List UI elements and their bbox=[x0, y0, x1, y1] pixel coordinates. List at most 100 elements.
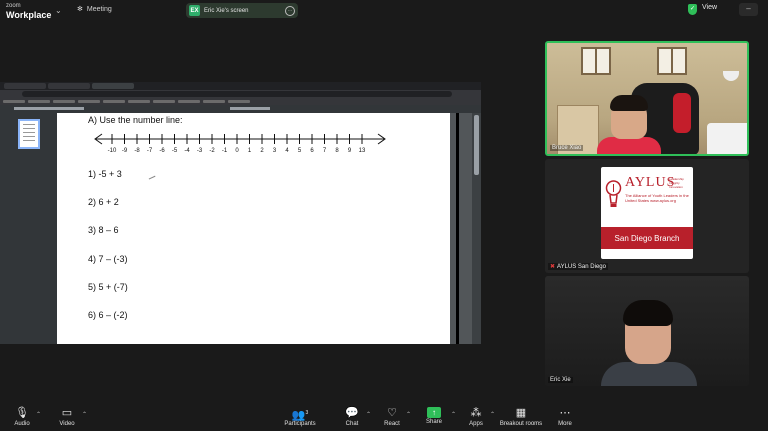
number-line-tick-label: 2 bbox=[260, 148, 264, 154]
share-button[interactable]: ↑ Share bbox=[412, 406, 456, 425]
browser-address-bar bbox=[0, 90, 481, 98]
participants-count: 3 bbox=[305, 410, 309, 416]
pdf-toolbar bbox=[0, 105, 481, 113]
participants-icon: 👥3 bbox=[291, 409, 309, 422]
video-label: Video bbox=[59, 421, 75, 427]
browser-tabs bbox=[0, 82, 481, 90]
number-line-tick-label: -5 bbox=[172, 148, 178, 154]
worksheet-page: A) Use the number line: -10 -9 -8 -7 -6 -5 -4-… bbox=[57, 113, 450, 344]
video-options-chevron-icon[interactable]: ⌃ bbox=[82, 411, 87, 418]
number-line-tick-label: 1 bbox=[248, 148, 252, 154]
share-screen-icon: ↑ bbox=[427, 407, 441, 418]
question-heading: A) Use the number line: bbox=[88, 115, 183, 125]
browser-tab[interactable] bbox=[4, 83, 46, 89]
number-line-tick-label: 13 bbox=[359, 148, 366, 154]
number-line-tick-label: -1 bbox=[222, 148, 228, 154]
number-line-tick-label: -2 bbox=[209, 148, 215, 154]
meeting-label: Meeting bbox=[86, 5, 112, 13]
chevron-down-icon[interactable]: ⌄ bbox=[55, 6, 62, 15]
problem-item: 3) 8 – 6 bbox=[88, 225, 119, 235]
heart-icon: ♡ bbox=[387, 407, 397, 419]
number-line-tick-label: 9 bbox=[348, 148, 352, 154]
more-button[interactable]: ⋯ More bbox=[543, 406, 587, 427]
more-label: More bbox=[558, 421, 572, 427]
shared-screen: A) Use the number line: -10 -9 -8 -7 -6 -5 -4-… bbox=[0, 82, 481, 344]
minimize-icon[interactable]: – bbox=[739, 3, 758, 16]
pdf-scrollbar[interactable] bbox=[472, 113, 481, 344]
browser-tab[interactable] bbox=[92, 83, 134, 89]
bookmarks-bar bbox=[0, 98, 481, 105]
participant-name: Eric Xie bbox=[548, 377, 573, 383]
participant-tile[interactable]: Eric Xie bbox=[545, 276, 749, 386]
camera-off-icon: ▭ bbox=[61, 407, 73, 419]
more-options-icon[interactable]: ⋯ bbox=[285, 5, 295, 16]
number-line-tick-label: -10 bbox=[108, 148, 117, 154]
participant-face bbox=[623, 300, 673, 364]
breakout-grid-icon: ▦ bbox=[515, 407, 527, 419]
number-line-tick-label: 3 bbox=[273, 148, 277, 154]
chat-icon: 💬 bbox=[345, 407, 359, 419]
url-field[interactable] bbox=[22, 91, 452, 97]
zoom-logo: zoom Workplace bbox=[6, 2, 52, 20]
problem-item: 2) 6 + 2 bbox=[88, 197, 119, 207]
top-bar: zoom Workplace ⌄ ✻ Meeting EX Eric Xie's… bbox=[0, 0, 768, 21]
meeting-info-button[interactable]: ✻ Meeting bbox=[77, 5, 112, 14]
apps-icon: ⁂ bbox=[470, 407, 482, 419]
logo-name: AYLUS bbox=[625, 175, 676, 190]
share-label: Share bbox=[425, 419, 442, 425]
mic-muted-icon: ✖ bbox=[550, 264, 556, 270]
number-line-tick-label: -7 bbox=[147, 148, 153, 154]
logo-banner: San Diego Branch bbox=[601, 227, 693, 249]
participant-name-row: ✖ AYLUS San Diego bbox=[548, 263, 608, 270]
number-line-tick-label: -4 bbox=[184, 148, 190, 154]
logo-tagline: Leadership Integrity Innovation bbox=[669, 177, 684, 189]
number-line-tick-label: 4 bbox=[285, 148, 289, 154]
audio-label: Audio bbox=[14, 421, 30, 427]
more-icon: ⋯ bbox=[559, 407, 571, 419]
number-line-tick-label: 8 bbox=[335, 148, 339, 154]
shared-screen-label: Eric Xie's screen bbox=[204, 7, 249, 14]
view-button[interactable]: View bbox=[702, 4, 717, 11]
shield-icon[interactable]: ✓ bbox=[688, 4, 697, 15]
audio-options-chevron-icon[interactable]: ⌃ bbox=[36, 411, 41, 418]
mic-off-icon: 🎙 bbox=[15, 407, 29, 419]
number-line-tick-label: -3 bbox=[197, 148, 203, 154]
number-line: -10 -9 -8 -7 -6 -5 -4 -3 -2 -1 0 1 2 3 4 5 6 7 8 9 13 bbox=[94, 133, 386, 154]
problem-item: 4) 7 – (-3) bbox=[88, 254, 128, 264]
number-line-tick-label: 6 bbox=[310, 148, 314, 154]
logo-subtitle: The Alliance of Youth Leaders in the Uni… bbox=[625, 193, 689, 203]
number-line-tick-label: -8 bbox=[134, 148, 140, 154]
brand-bottom: Workplace bbox=[6, 10, 52, 20]
participant-name: Bruce Xiao bbox=[550, 145, 584, 151]
number-line-tick-label: -6 bbox=[159, 148, 165, 154]
number-line-tick-label: 7 bbox=[323, 148, 327, 154]
shared-screen-indicator[interactable]: EX Eric Xie's screen ⋯ bbox=[186, 3, 298, 18]
number-line-tick-label: 5 bbox=[298, 148, 302, 154]
number-line-tick-label: 0 bbox=[235, 148, 239, 154]
lightbulb-icon bbox=[605, 180, 622, 207]
react-options-chevron-icon[interactable]: ⌃ bbox=[406, 411, 411, 418]
sharer-avatar: EX bbox=[189, 5, 200, 16]
page-thumbnail[interactable] bbox=[18, 119, 40, 149]
problem-item: 1) -5 + 3 bbox=[88, 169, 122, 179]
meeting-toolbar: 🎙 Audio ⌃ ▭ Video ⌃ 👥3 Participants 💬 Ch… bbox=[0, 404, 768, 431]
breakout-label: Breakout rooms bbox=[499, 421, 543, 427]
breakout-rooms-button[interactable]: ▦ Breakout rooms bbox=[494, 406, 548, 427]
participant-tile[interactable]: Bruce Xiao bbox=[545, 41, 749, 156]
participant-tile[interactable]: AYLUS Leadership Integrity Innovation Th… bbox=[545, 159, 749, 273]
brand-top: zoom bbox=[6, 3, 21, 9]
aylus-logo: AYLUS Leadership Integrity Innovation Th… bbox=[601, 167, 693, 259]
pdf-thumbnail-sidebar bbox=[0, 113, 57, 344]
chat-label: Chat bbox=[345, 421, 359, 427]
pen-mark bbox=[148, 175, 157, 182]
problem-item: 5) 5 + (-7) bbox=[88, 282, 128, 292]
participant-name: AYLUS San Diego bbox=[557, 264, 606, 270]
apps-label: Apps bbox=[469, 421, 483, 427]
browser-tab[interactable] bbox=[48, 83, 90, 89]
participants-button[interactable]: 👥3 Participants bbox=[278, 406, 322, 427]
gear-icon: ✻ bbox=[77, 6, 83, 13]
number-line-tick-label: -9 bbox=[122, 148, 128, 154]
problem-item: 6) 6 – (-2) bbox=[88, 310, 128, 320]
react-label: React bbox=[384, 421, 400, 427]
participant-face bbox=[610, 95, 648, 139]
